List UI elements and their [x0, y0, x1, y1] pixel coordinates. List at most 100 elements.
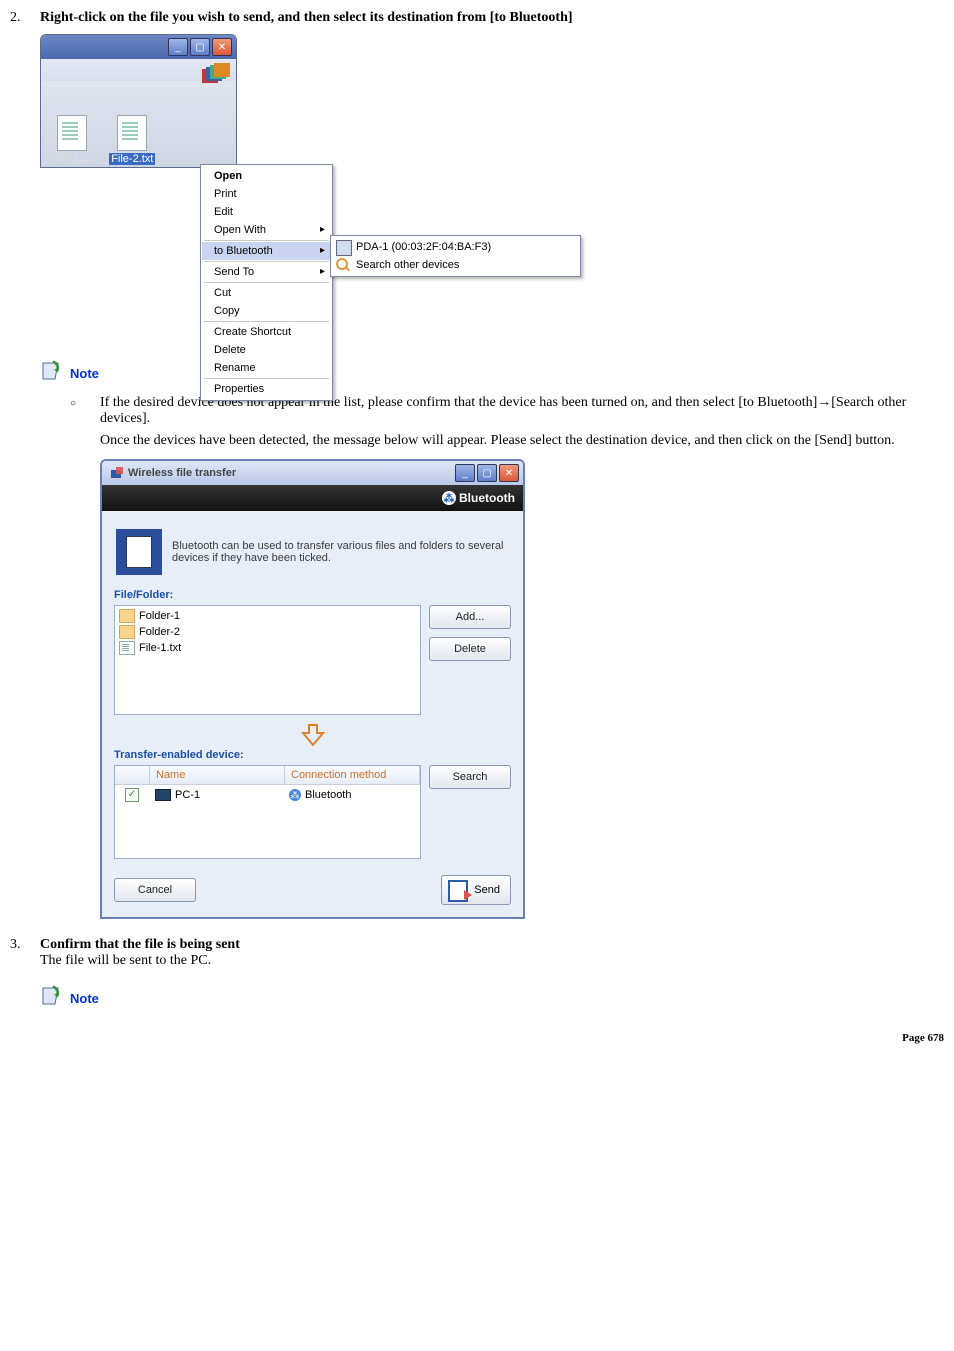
menu-rename[interactable]: Rename: [202, 359, 331, 377]
text-file-icon: [57, 115, 87, 151]
window-toolbar: [41, 59, 236, 81]
explorer-window: _ ▢ ✕ File-1.txt File-2.txt: [40, 34, 237, 168]
step-3-subtitle: The file will be sent to the PC.: [40, 953, 240, 969]
screenshot-wireless-dialog: Wireless file transfer _ ▢ ✕ ⁂ Bluetooth…: [100, 459, 525, 919]
file-item-selected[interactable]: File-2.txt: [109, 115, 155, 165]
maximize-button[interactable]: ▢: [477, 464, 497, 482]
send-icon: [446, 878, 472, 902]
list-item[interactable]: Folder-2: [117, 624, 418, 640]
close-button[interactable]: ✕: [499, 464, 519, 482]
menu-open-with[interactable]: Open With: [202, 221, 331, 239]
checkbox[interactable]: [125, 788, 139, 802]
submenu-search-label: Search other devices: [356, 259, 459, 271]
note-paragraph: Once the devices have been detected, the…: [100, 433, 944, 449]
text-file-icon: [117, 115, 147, 151]
list-item-label: Folder-2: [139, 626, 180, 638]
folder-icon: [119, 625, 135, 639]
menu-cut[interactable]: Cut: [202, 284, 331, 302]
device-table[interactable]: Name Connection method PC-1 ⁂ Bluetooth: [114, 765, 421, 859]
menu-create-shortcut[interactable]: Create Shortcut: [202, 323, 331, 341]
screenshot-context-menu: _ ▢ ✕ File-1.txt File-2.txt Open Print: [40, 34, 580, 344]
close-button[interactable]: ✕: [212, 38, 232, 56]
submenu-device[interactable]: PDA-1 (00:03:2F:04:BA:F3): [332, 238, 579, 256]
note-header: Note: [40, 360, 944, 387]
search-button[interactable]: Search: [429, 765, 511, 789]
minimize-button[interactable]: _: [168, 38, 188, 56]
menu-delete[interactable]: Delete: [202, 341, 331, 359]
col-check[interactable]: [115, 766, 150, 785]
file-list-wrap: Folder-1 Folder-2 File-1.txt Add... Dele…: [114, 605, 511, 715]
menu-edit[interactable]: Edit: [202, 203, 331, 221]
app-icon: [110, 466, 124, 480]
menu-properties[interactable]: Properties: [202, 380, 331, 398]
note-header-2: Note: [40, 985, 944, 1012]
note-label: Note: [70, 366, 99, 381]
file-list[interactable]: Folder-1 Folder-2 File-1.txt: [114, 605, 421, 715]
device-list-buttons: Search: [429, 765, 511, 789]
cancel-button[interactable]: Cancel: [114, 878, 196, 902]
bluetooth-logo-icon: ⁂: [442, 491, 456, 505]
delete-button[interactable]: Delete: [429, 637, 511, 661]
window-titlebar: _ ▢ ✕: [41, 35, 236, 59]
bullet-marker: ○: [70, 395, 100, 427]
folder-icon: [119, 609, 135, 623]
col-connection[interactable]: Connection method: [285, 766, 420, 785]
info-box: Bluetooth can be used to transfer variou…: [114, 521, 511, 589]
menu-separator: [204, 321, 329, 322]
device-list-wrap: Name Connection method PC-1 ⁂ Bluetooth S…: [114, 765, 511, 859]
send-button-label: Send: [474, 884, 500, 896]
dialog-footer: Cancel Send: [114, 875, 511, 905]
table-header: Name Connection method: [115, 766, 420, 785]
windows-flag-icon: [214, 63, 230, 77]
col-name[interactable]: Name: [150, 766, 285, 785]
minimize-button[interactable]: _: [455, 464, 475, 482]
list-item-label: File-1.txt: [139, 642, 181, 654]
menu-print[interactable]: Print: [202, 185, 331, 203]
step-2-title: Right-click on the file you wish to send…: [40, 10, 573, 26]
list-item[interactable]: Folder-1: [117, 608, 418, 624]
dialog-body: Bluetooth can be used to transfer variou…: [102, 511, 523, 917]
list-item-label: Folder-1: [139, 610, 180, 622]
menu-copy[interactable]: Copy: [202, 302, 331, 320]
note-icon: [40, 360, 62, 387]
note-icon: [40, 985, 62, 1012]
device-method: Bluetooth: [305, 789, 351, 801]
window-content: File-1.txt File-2.txt: [41, 81, 236, 167]
bluetooth-icon: ⁂: [289, 789, 301, 801]
menu-separator: [204, 282, 329, 283]
submenu-device-label: PDA-1 (00:03:2F:04:BA:F3): [356, 241, 491, 253]
info-text: Bluetooth can be used to transfer variou…: [172, 540, 509, 564]
file-list-buttons: Add... Delete: [429, 605, 511, 661]
brand-bar: ⁂ Bluetooth: [102, 485, 523, 511]
menu-separator: [204, 261, 329, 262]
table-row[interactable]: PC-1 ⁂ Bluetooth: [115, 785, 420, 805]
dialog-title: Wireless file transfer: [128, 467, 453, 479]
step-3-title: Confirm that the file is being sent: [40, 937, 240, 953]
file-label: File-2.txt: [109, 153, 155, 165]
pc-icon: [155, 789, 171, 801]
step-number: 3.: [10, 937, 40, 969]
page-footer: Page 678: [10, 1032, 944, 1044]
bluetooth-submenu: PDA-1 (00:03:2F:04:BA:F3) Search other d…: [330, 235, 581, 277]
search-icon: [336, 258, 350, 272]
menu-open[interactable]: Open: [202, 167, 331, 185]
text-file-icon: [119, 641, 135, 655]
note-label: Note: [70, 991, 99, 1006]
add-button[interactable]: Add...: [429, 605, 511, 629]
file-item[interactable]: File-1.txt: [49, 115, 95, 165]
menu-send-to[interactable]: Send To: [202, 263, 331, 281]
step-number: 2.: [10, 10, 40, 26]
menu-to-bluetooth[interactable]: to Bluetooth: [202, 242, 331, 260]
bluetooth-brand: ⁂ Bluetooth: [442, 491, 515, 505]
menu-separator: [204, 378, 329, 379]
device-name: PC-1: [175, 789, 200, 801]
section-file-folder: File/Folder:: [114, 589, 511, 601]
list-item[interactable]: File-1.txt: [117, 640, 418, 656]
submenu-search[interactable]: Search other devices: [332, 256, 579, 274]
pda-icon: [336, 240, 352, 256]
send-button[interactable]: Send: [441, 875, 511, 905]
maximize-button[interactable]: ▢: [190, 38, 210, 56]
step-2-header: 2. Right-click on the file you wish to s…: [10, 10, 944, 26]
arrow-down-icon: [114, 723, 511, 747]
transfer-icon: [116, 529, 162, 575]
